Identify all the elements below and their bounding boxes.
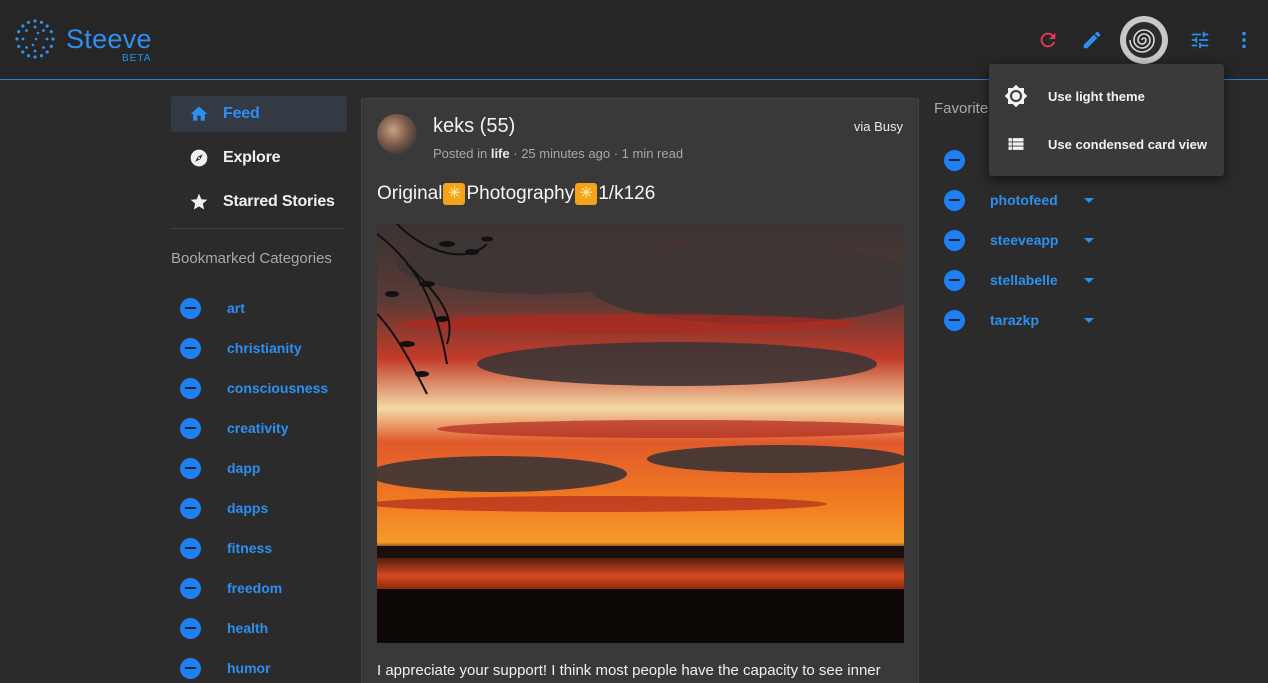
category-item[interactable]: dapp [180, 457, 260, 479]
category-item[interactable]: christianity [180, 337, 302, 359]
category-item[interactable]: health [180, 617, 268, 639]
nav-label: Starred Stories [223, 193, 335, 210]
caret-down-icon[interactable] [1084, 197, 1094, 203]
post-author[interactable]: keks (55) [433, 115, 515, 138]
menu-item-label: Use light theme [1048, 88, 1145, 104]
favorite-link[interactable]: tarazkp [990, 312, 1084, 328]
meta-prefix: Posted in [433, 146, 488, 161]
tune-icon[interactable] [1186, 26, 1214, 54]
caret-down-icon[interactable] [1084, 277, 1094, 283]
beta-badge: BETA [122, 53, 152, 64]
favorite-item[interactable]: stellabelle [944, 269, 1094, 291]
post-via: via Busy [853, 119, 903, 134]
title-part: Photography [466, 183, 575, 204]
remove-circle-icon[interactable] [944, 309, 965, 331]
category-item[interactable]: dapps [180, 497, 268, 519]
brightness-icon [1004, 84, 1028, 108]
post-body: I appreciate your support! I think most … [377, 662, 881, 679]
favorite-item[interactable]: steeveapp [944, 229, 1094, 251]
caret-down-icon[interactable] [1084, 237, 1094, 243]
favorite-link[interactable]: steeveapp [990, 232, 1084, 248]
title-part: 1/k126 [598, 183, 656, 204]
star-icon [189, 192, 209, 212]
category-item[interactable]: consciousness [180, 377, 328, 399]
spiral-avatar-icon [1126, 22, 1162, 58]
category-link[interactable]: humor [227, 660, 271, 676]
nav-explore[interactable]: Explore [171, 140, 347, 176]
remove-circle-icon[interactable] [180, 457, 201, 479]
nav-label: Explore [223, 149, 281, 166]
favorite-item[interactable]: tarazkp [944, 309, 1094, 331]
menu-item-condensed-view[interactable]: Use condensed card view [989, 120, 1224, 168]
compass-icon [189, 148, 209, 168]
pencil-icon[interactable] [1078, 26, 1106, 54]
favorite-link[interactable]: photofeed [990, 192, 1084, 208]
steeve-logo-icon[interactable] [14, 18, 56, 60]
nav-starred-stories[interactable]: Starred Stories [171, 184, 347, 220]
author-avatar[interactable] [377, 114, 417, 154]
favorite-link[interactable]: stellabelle [990, 272, 1084, 288]
more-vert-icon[interactable] [1230, 26, 1258, 54]
remove-circle-icon[interactable] [180, 377, 201, 399]
category-link[interactable]: dapp [227, 460, 260, 476]
menu-item-light-theme[interactable]: Use light theme [989, 72, 1224, 120]
category-item[interactable]: art [180, 297, 245, 319]
menu-item-label: Use condensed card view [1048, 136, 1207, 152]
avatar[interactable] [1120, 16, 1168, 64]
favorites-heading: Favorites [934, 100, 996, 117]
post-title[interactable]: Original Photography 1/k126 [377, 183, 655, 205]
brand-name[interactable]: Steeve [66, 24, 152, 54]
category-item[interactable]: fitness [180, 537, 272, 559]
remove-circle-icon[interactable] [944, 149, 965, 171]
post-category-link[interactable]: life [491, 146, 510, 161]
sidebar-divider [171, 228, 345, 229]
category-link[interactable]: consciousness [227, 380, 328, 396]
remove-circle-icon[interactable] [180, 297, 201, 319]
favorite-item[interactable]: photofeed [944, 189, 1094, 211]
remove-circle-icon[interactable] [180, 417, 201, 439]
remove-circle-icon[interactable] [180, 617, 201, 639]
category-link[interactable]: christianity [227, 340, 302, 356]
category-link[interactable]: creativity [227, 420, 288, 436]
post-photo[interactable] [377, 224, 904, 643]
remove-circle-icon[interactable] [180, 537, 201, 559]
remove-circle-icon[interactable] [944, 269, 965, 291]
remove-circle-icon[interactable] [180, 337, 201, 359]
meta-suffix: · 25 minutes ago · 1 min read [513, 146, 684, 161]
category-link[interactable]: health [227, 620, 268, 636]
list-view-icon [1004, 132, 1028, 156]
post-card[interactable]: keks (55) via Busy Posted in life · 25 m… [361, 98, 919, 683]
home-icon [189, 104, 209, 124]
sparkle-emoji-icon [443, 183, 466, 205]
remove-circle-icon[interactable] [180, 497, 201, 519]
nav-label: Feed [223, 105, 260, 122]
category-link[interactable]: fitness [227, 540, 272, 556]
title-part: Original [377, 183, 443, 204]
refresh-icon[interactable] [1034, 26, 1062, 54]
nav-feed[interactable]: Feed [171, 96, 347, 132]
post-meta: Posted in life · 25 minutes ago · 1 min … [433, 146, 683, 161]
settings-dropdown-menu: Use light theme Use condensed card view [989, 64, 1224, 176]
category-link[interactable]: art [227, 300, 245, 316]
remove-circle-icon[interactable] [944, 189, 965, 211]
category-item[interactable]: creativity [180, 417, 288, 439]
category-link[interactable]: dapps [227, 500, 268, 516]
caret-down-icon[interactable] [1084, 317, 1094, 323]
remove-circle-icon[interactable] [180, 577, 201, 599]
category-item[interactable]: humor [180, 657, 271, 679]
remove-circle-icon[interactable] [944, 229, 965, 251]
category-link[interactable]: freedom [227, 580, 282, 596]
remove-circle-icon[interactable] [180, 657, 201, 679]
bookmarked-categories-heading: Bookmarked Categories [171, 250, 332, 267]
category-item[interactable]: freedom [180, 577, 282, 599]
sparkle-emoji-icon [575, 183, 598, 205]
